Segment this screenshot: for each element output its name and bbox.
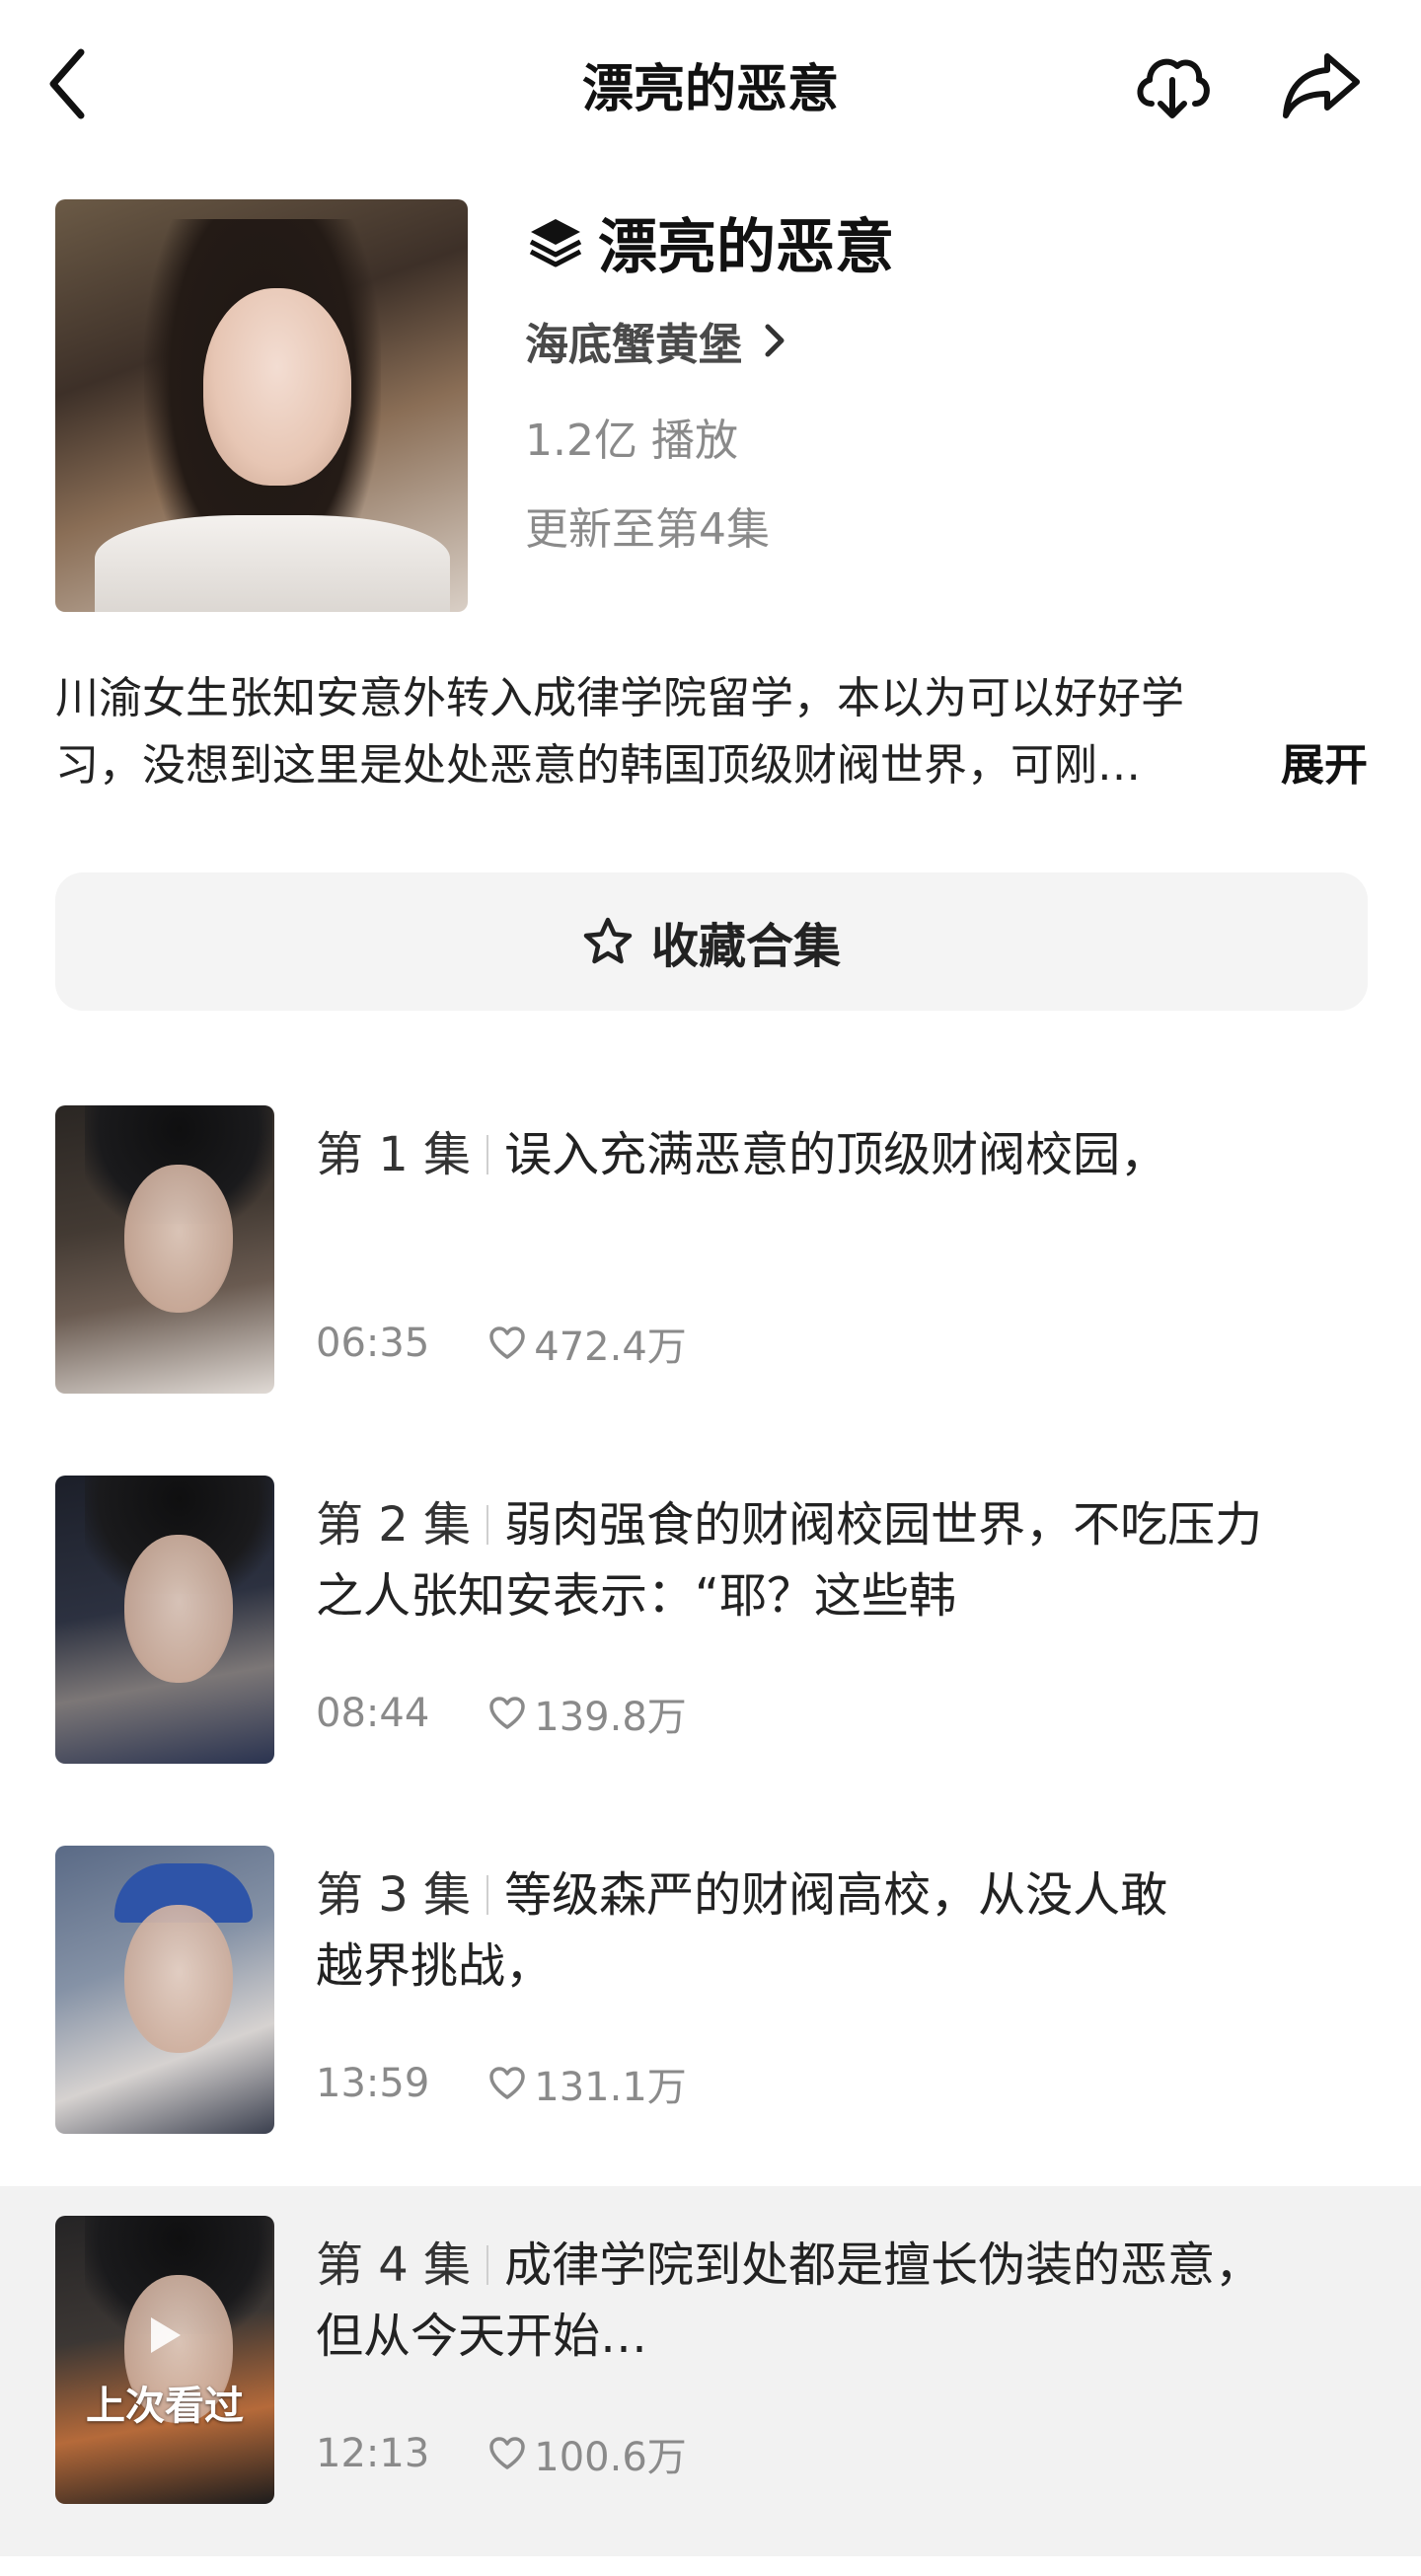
last-watched-label: 上次看过: [86, 2384, 244, 2429]
heart-icon: [488, 2064, 528, 2103]
layers-icon: [525, 211, 586, 272]
collection-title: 漂亮的恶意: [598, 212, 894, 282]
collection-cover-image[interactable]: [55, 199, 468, 612]
episode-thumbnail: [55, 1846, 274, 2134]
play-count: 1.2亿 播放: [525, 416, 738, 466]
episode-title: 第 3 集等级森严的财阀高校，从没人敢 越界挑战，: [316, 1859, 1382, 2002]
episode-duration: 08:44: [316, 1691, 430, 1736]
episode-title: 第 2 集弱肉强食的财阀校园世界，不吃压力 之人张知安表示：“耶？这些韩: [316, 1489, 1382, 1631]
expand-button[interactable]: 展开: [1273, 732, 1368, 799]
star-icon: [582, 915, 636, 968]
episode-likes: 139.8万: [534, 1695, 687, 1740]
download-button[interactable]: [1125, 38, 1220, 132]
episode-number: 第 1 集: [316, 1127, 472, 1182]
collection-description: 川渝女生张知安意外转入成律学院留学，本以为可以好好学 习，没想到这里是处处恶意的…: [55, 665, 1368, 799]
episode-item-2[interactable]: 第 2 集弱肉强食的财阀校园世界，不吃压力 之人张知安表示：“耶？这些韩 08:…: [0, 1446, 1421, 1816]
episode-title-line: 但从今天开始…: [316, 2309, 648, 2364]
episode-duration: 12:13: [316, 2431, 430, 2476]
episode-thumbnail: [55, 1476, 274, 1764]
episode-likes: 100.6万: [534, 2435, 687, 2480]
back-button[interactable]: [43, 30, 122, 138]
episode-meta: 12:13 100.6万: [316, 2425, 687, 2482]
chevron-left-icon: [49, 48, 85, 119]
download-icon: [1137, 58, 1210, 118]
episode-meta: 08:44 139.8万: [316, 1685, 687, 1742]
episode-number: 第 2 集: [316, 1497, 472, 1553]
episode-likes: 472.4万: [534, 1325, 687, 1370]
episode-number: 第 4 集: [316, 2237, 472, 2293]
heart-icon: [488, 2434, 528, 2473]
episode-title: 第 1 集误入充满恶意的顶级财阀校园，: [316, 1119, 1382, 1190]
heart-icon: [488, 1324, 528, 1363]
episode-duration: 13:59: [316, 2061, 430, 2106]
author-name: 海底蟹黄堡: [525, 320, 742, 370]
episode-title-line: 越界挑战，: [316, 1938, 554, 1994]
episode-meta: 13:59 131.1万: [316, 2055, 687, 2112]
page-title: 漂亮的恶意: [581, 59, 839, 119]
episode-title: 第 4 集成律学院到处都是擅长伪装的恶意， 但从今天开始…: [316, 2230, 1382, 2372]
author-link[interactable]: 海底蟹黄堡: [525, 306, 799, 375]
episode-title-line: 弱肉强食的财阀校园世界，不吃压力: [504, 1497, 1263, 1553]
episode-title-line: 误入充满恶意的顶级财阀校园，: [504, 1127, 1168, 1182]
episode-number: 第 3 集: [316, 1867, 472, 1923]
episode-item-4[interactable]: 上次看过 第 4 集成律学院到处都是擅长伪装的恶意， 但从今天开始… 12:13…: [0, 2186, 1421, 2556]
episode-meta: 06:35 472.4万: [316, 1315, 687, 1372]
update-status: 更新至第4集: [525, 504, 770, 555]
top-bar: 漂亮的恶意: [0, 0, 1421, 168]
share-button[interactable]: [1273, 38, 1368, 132]
episode-item-1[interactable]: 第 1 集误入充满恶意的顶级财阀校园， 06:35 472.4万: [0, 1076, 1421, 1446]
chevron-right-icon: [760, 321, 799, 360]
episode-likes: 131.1万: [534, 2065, 687, 2110]
episode-title-line: 之人张知安表示：“耶？这些韩: [316, 1568, 956, 1624]
play-icon: [140, 2311, 189, 2360]
episode-title-line: 成律学院到处都是擅长伪装的恶意，: [504, 2237, 1263, 2293]
description-line: 川渝女生张知安意外转入成律学院留学，本以为可以好好学: [55, 673, 1184, 723]
episode-title-line: 等级森严的财阀高校，从没人敢: [504, 1867, 1168, 1923]
episode-thumbnail: [55, 1105, 274, 1394]
collection-title-row: 漂亮的恶意: [525, 197, 894, 286]
share-icon: [1283, 53, 1360, 118]
favorite-label: 收藏合集: [650, 919, 841, 974]
heart-icon: [488, 1694, 528, 1733]
favorite-collection-button[interactable]: 收藏合集: [55, 872, 1368, 1011]
description-line: 习，没想到这里是处处恶意的韩国顶级财阀世界，可刚…: [55, 740, 1141, 791]
episode-duration: 06:35: [316, 1321, 430, 1366]
episode-item-3[interactable]: 第 3 集等级森严的财阀高校，从没人敢 越界挑战， 13:59 131.1万: [0, 1816, 1421, 2186]
episode-thumbnail: 上次看过: [55, 2216, 274, 2504]
